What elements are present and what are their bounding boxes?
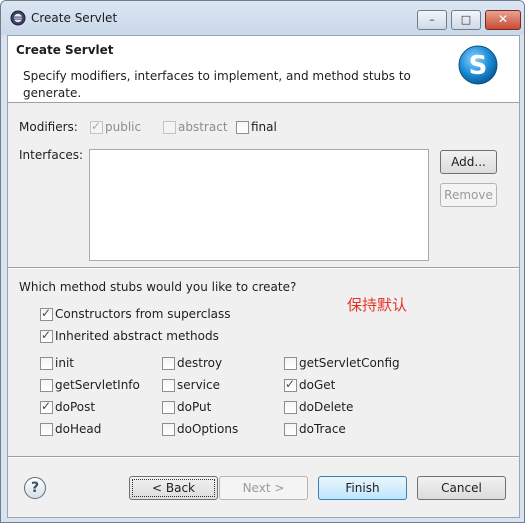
remove-interface-button[interactable]: Remove (440, 183, 497, 207)
service-label[interactable]: service (177, 378, 220, 392)
dodelete-checkbox[interactable] (284, 401, 297, 414)
doget-checkbox[interactable] (284, 377, 297, 392)
minimize-button[interactable]: – (417, 10, 447, 30)
getservletinfo-label[interactable]: getServletInfo (55, 378, 140, 392)
footer-separator (8, 456, 519, 458)
init-checkbox[interactable] (40, 357, 53, 370)
dialog-window: Create Servlet – □ ✕ Create Servlet Spec… (0, 0, 525, 523)
dopost-checkbox[interactable] (40, 399, 53, 414)
separator (8, 267, 519, 269)
public-checkbox (90, 119, 103, 134)
doput-checkbox[interactable] (162, 401, 175, 414)
close-button[interactable]: ✕ (485, 10, 521, 30)
annotation-note: 保持默认 (347, 296, 408, 314)
modifiers-label: Modifiers: (19, 120, 78, 134)
cancel-button[interactable]: Cancel (417, 476, 506, 500)
help-icon[interactable]: ? (24, 477, 46, 499)
stubs-question: Which method stubs would you like to cre… (19, 280, 297, 294)
service-checkbox[interactable] (162, 379, 175, 392)
doput-label[interactable]: doPut (177, 400, 211, 414)
finish-button[interactable]: Finish (318, 476, 407, 500)
dotrace-label[interactable]: doTrace (299, 422, 346, 436)
wizard-description: Specify modifiers, interfaces to impleme… (23, 69, 411, 100)
abstract-checkbox (163, 121, 176, 134)
doget-label[interactable]: doGet (299, 378, 335, 392)
dooptions-label[interactable]: doOptions (177, 422, 238, 436)
interfaces-label: Interfaces: (19, 148, 84, 162)
back-button[interactable]: < Back (129, 476, 218, 500)
getservletconfig-checkbox[interactable] (284, 357, 297, 370)
dodelete-label[interactable]: doDelete (299, 400, 353, 414)
constructors-checkbox[interactable] (40, 306, 53, 321)
abstract-label: abstract (178, 120, 228, 134)
dopost-label[interactable]: doPost (55, 400, 95, 414)
wizard-header: Create Servlet Specify modifiers, interf… (8, 36, 519, 103)
inherited-label[interactable]: Inherited abstract methods (55, 329, 219, 343)
dooptions-checkbox[interactable] (162, 423, 175, 436)
minimize-icon: – (429, 13, 435, 26)
next-button[interactable]: Next > (219, 476, 308, 500)
public-label: public (105, 120, 142, 134)
getservletinfo-checkbox[interactable] (40, 379, 53, 392)
inherited-checkbox[interactable] (40, 328, 53, 343)
interfaces-list[interactable] (89, 149, 429, 261)
add-interface-button[interactable]: Add... (440, 150, 497, 174)
svg-text:S: S (469, 51, 488, 81)
dialog-content: Create Servlet Specify modifiers, interf… (7, 35, 520, 518)
init-label[interactable]: init (55, 356, 74, 370)
dohead-checkbox[interactable] (40, 423, 53, 436)
getservletconfig-label[interactable]: getServletConfig (299, 356, 400, 370)
destroy-checkbox[interactable] (162, 357, 175, 370)
dotrace-checkbox[interactable] (284, 423, 297, 436)
servlet-wizard-logo-icon: S (458, 45, 498, 85)
title-bar[interactable]: Create Servlet – □ ✕ (1, 1, 524, 35)
final-checkbox[interactable] (236, 121, 249, 134)
final-label[interactable]: final (251, 120, 277, 134)
close-icon: ✕ (497, 12, 509, 26)
dohead-label[interactable]: doHead (55, 422, 101, 436)
maximize-button[interactable]: □ (451, 10, 481, 30)
eclipse-app-icon (10, 10, 26, 26)
window-title: Create Servlet (31, 11, 118, 25)
destroy-label[interactable]: destroy (177, 356, 222, 370)
wizard-title: Create Servlet (16, 43, 114, 57)
constructors-label[interactable]: Constructors from superclass (55, 307, 231, 321)
maximize-icon: □ (460, 13, 472, 26)
